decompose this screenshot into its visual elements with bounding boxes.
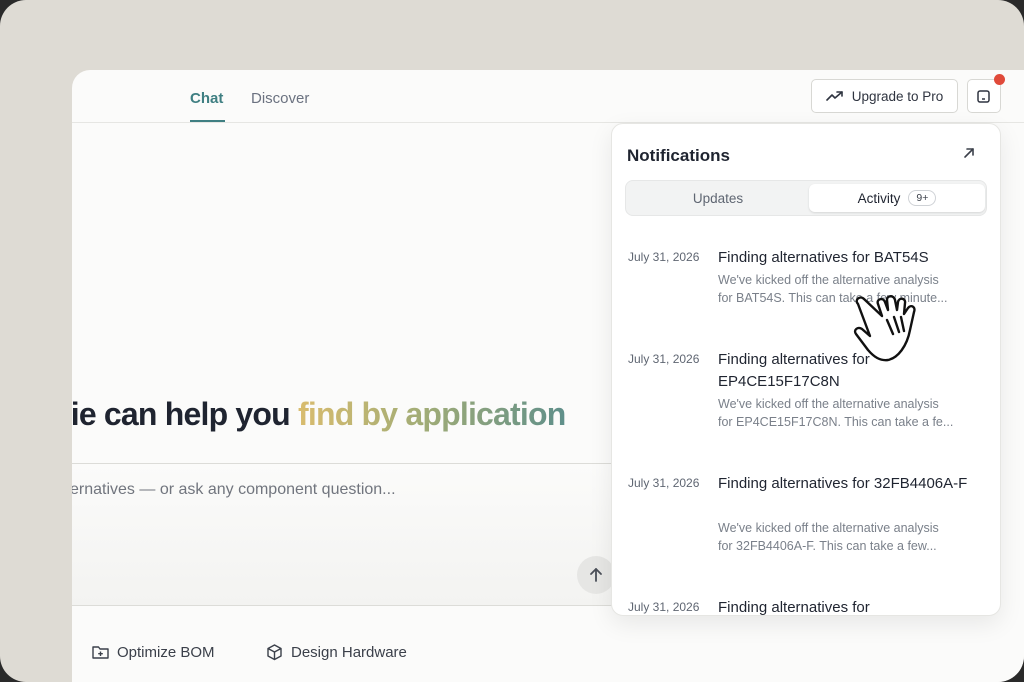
notification-dot xyxy=(994,74,1005,85)
optimize-bom-button[interactable]: Optimize BOM xyxy=(92,644,215,661)
hand-pointer-cursor-icon xyxy=(853,295,916,362)
notification-title: Finding alternatives for BAT54S xyxy=(718,249,929,266)
notification-date: July 31, 2026 xyxy=(628,352,700,366)
tab-chat[interactable]: Chat xyxy=(190,90,223,107)
folder-plus-icon xyxy=(92,646,109,659)
tab-updates[interactable]: Updates xyxy=(629,184,807,212)
hero-accent-text: find by application xyxy=(298,396,566,432)
notification-description: We've kicked off the alternative analysi… xyxy=(718,397,954,429)
active-tab-indicator xyxy=(190,120,225,122)
chat-input[interactable]: lternatives — or ask any component quest… xyxy=(72,463,652,606)
design-hardware-label: Design Hardware xyxy=(291,644,407,661)
notifications-button[interactable] xyxy=(967,74,1005,113)
tab-discover[interactable]: Discover xyxy=(251,90,309,107)
top-bar: Chat Discover Upgrade to Pro xyxy=(72,70,1024,123)
notification-date: July 31, 2026 xyxy=(628,476,700,490)
notifications-tabs: Updates Activity 9+ xyxy=(625,180,987,216)
design-hardware-button[interactable]: Design Hardware xyxy=(266,644,407,661)
tab-updates-label: Updates xyxy=(692,190,744,206)
notification-title: Finding alternatives for 32FB4406A-F xyxy=(718,475,968,492)
expand-arrow-icon[interactable] xyxy=(962,146,976,160)
tab-activity[interactable]: Activity 9+ xyxy=(809,184,985,212)
upgrade-to-pro-button[interactable]: Upgrade to Pro xyxy=(811,79,958,113)
backdrop: Chat Discover Upgrade to Pro nie can hel… xyxy=(0,0,1024,682)
notification-date: July 31, 2026 xyxy=(628,250,700,264)
hero-heading: nie can help you find by application xyxy=(72,396,566,433)
trending-up-icon xyxy=(825,91,843,101)
send-button[interactable] xyxy=(577,556,615,594)
notification-description: We've kicked off the alternative analysi… xyxy=(718,521,939,553)
upgrade-label: Upgrade to Pro xyxy=(851,88,944,104)
cube-icon xyxy=(267,644,282,661)
notification-date: July 31, 2026 xyxy=(628,600,700,614)
bell-icon xyxy=(977,90,990,103)
optimize-bom-label: Optimize BOM xyxy=(117,644,215,661)
chat-input-placeholder: lternatives — or ask any component quest… xyxy=(72,481,396,498)
hero-text: nie can help you xyxy=(72,396,299,432)
notification-title: Finding alternatives for xyxy=(718,599,870,616)
arrow-up-icon xyxy=(590,568,602,582)
tab-activity-label: Activity xyxy=(857,190,901,206)
notifications-panel: Notifications Updates Activity 9+ July 3… xyxy=(611,123,1001,616)
activity-count-badge: 9+ xyxy=(908,190,937,206)
notifications-title: Notifications xyxy=(627,146,730,165)
